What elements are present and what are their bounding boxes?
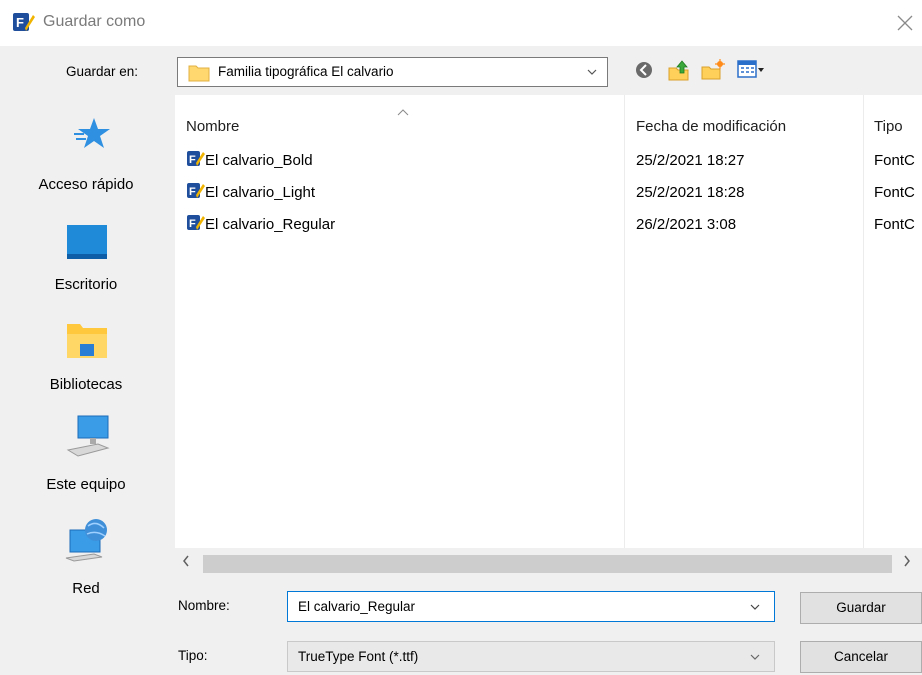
svg-text:F: F xyxy=(189,154,196,166)
libraries-icon xyxy=(67,324,107,358)
svg-text:F: F xyxy=(189,218,196,230)
filename-field[interactable]: El calvario_Regular xyxy=(287,591,775,622)
close-icon xyxy=(897,15,913,31)
new-folder-icon xyxy=(701,59,725,80)
places-bar: Acceso rápido Escritorio Bibliotecas Est… xyxy=(0,96,172,644)
file-type: FontC xyxy=(874,184,915,201)
filetype-value: TrueType Font (*.ttf) xyxy=(298,649,419,664)
horizontal-scrollbar[interactable] xyxy=(175,548,922,579)
file-name: El calvario_Bold xyxy=(205,152,313,169)
font-file-icon: F xyxy=(187,151,205,166)
file-date: 25/2/2021 18:28 xyxy=(636,184,745,201)
cancel-button[interactable]: Cancelar xyxy=(800,641,922,673)
filename-value: El calvario_Regular xyxy=(298,599,416,614)
place-quick-access[interactable]: Acceso rápido xyxy=(0,96,172,196)
place-desktop[interactable]: Escritorio xyxy=(0,196,172,296)
font-file-icon: F xyxy=(187,183,205,198)
close-button[interactable] xyxy=(890,8,920,38)
up-folder-button[interactable] xyxy=(667,58,691,87)
font-file-icon: F xyxy=(187,215,205,230)
file-name: El calvario_Regular xyxy=(205,216,336,233)
scroll-right-button[interactable] xyxy=(902,554,912,573)
sort-ascending-icon xyxy=(397,107,409,119)
file-row[interactable]: F El calvario_Regular 26/2/2021 3:08 Fon… xyxy=(175,214,922,236)
chevron-down-icon xyxy=(748,648,762,669)
desktop-icon xyxy=(67,225,107,259)
place-this-pc[interactable]: Este equipo xyxy=(0,396,172,496)
place-label: Bibliotecas xyxy=(49,376,123,393)
file-date: 26/2/2021 3:08 xyxy=(636,216,737,233)
file-list[interactable]: Nombre Fecha de modificación Tipo F El c… xyxy=(175,95,922,548)
column-header-date[interactable]: Fecha de modificación xyxy=(636,118,786,135)
save-in-label: Guardar en: xyxy=(66,64,139,79)
chevron-left-icon xyxy=(183,555,189,567)
column-header-type[interactable]: Tipo xyxy=(874,118,903,135)
place-label: Escritorio xyxy=(54,276,118,293)
filetype-dropdown[interactable]: TrueType Font (*.ttf) xyxy=(287,641,775,672)
network-icon xyxy=(65,519,107,562)
this-pc-icon xyxy=(66,415,110,457)
file-row[interactable]: F El calvario_Light 25/2/2021 18:28 Font… xyxy=(175,182,922,204)
place-network[interactable]: Red xyxy=(0,496,172,597)
back-icon xyxy=(636,62,652,78)
save-button[interactable]: Guardar xyxy=(800,592,922,624)
file-type: FontC xyxy=(874,152,915,169)
scroll-left-button[interactable] xyxy=(181,554,191,573)
quick-access-star-icon xyxy=(74,118,110,148)
file-type: FontC xyxy=(874,216,915,233)
column-header-name[interactable]: Nombre xyxy=(186,118,239,135)
file-row[interactable]: F El calvario_Bold 25/2/2021 18:27 FontC xyxy=(175,150,922,172)
place-label: Red xyxy=(72,580,100,597)
filename-label: Nombre: xyxy=(178,598,230,613)
file-name: El calvario_Light xyxy=(205,184,316,201)
new-folder-button[interactable] xyxy=(700,58,726,87)
save-in-value: Familia tipográfica El calvario xyxy=(218,64,394,79)
up-folder-icon xyxy=(668,60,689,81)
place-label: Este equipo xyxy=(46,476,126,493)
view-menu-icon xyxy=(737,60,764,78)
save-in-dropdown[interactable]: Familia tipográfica El calvario xyxy=(177,57,608,87)
filetype-label: Tipo: xyxy=(178,648,208,663)
fontcreator-app-icon: F xyxy=(13,13,35,31)
svg-text:F: F xyxy=(16,15,24,30)
folder-icon xyxy=(188,65,210,82)
view-menu-button[interactable] xyxy=(736,58,766,87)
scrollbar-thumb[interactable] xyxy=(203,555,892,573)
window-title: Guardar como xyxy=(43,13,146,30)
back-button[interactable] xyxy=(634,58,654,87)
svg-text:F: F xyxy=(189,186,196,198)
place-label: Acceso rápido xyxy=(38,176,134,193)
place-libraries[interactable]: Bibliotecas xyxy=(0,296,172,396)
chevron-right-icon xyxy=(904,555,910,567)
file-date: 25/2/2021 18:27 xyxy=(636,152,745,169)
title-bar: F Guardar como xyxy=(0,0,922,46)
chevron-down-icon[interactable] xyxy=(748,598,762,619)
chevron-down-icon xyxy=(585,62,601,82)
